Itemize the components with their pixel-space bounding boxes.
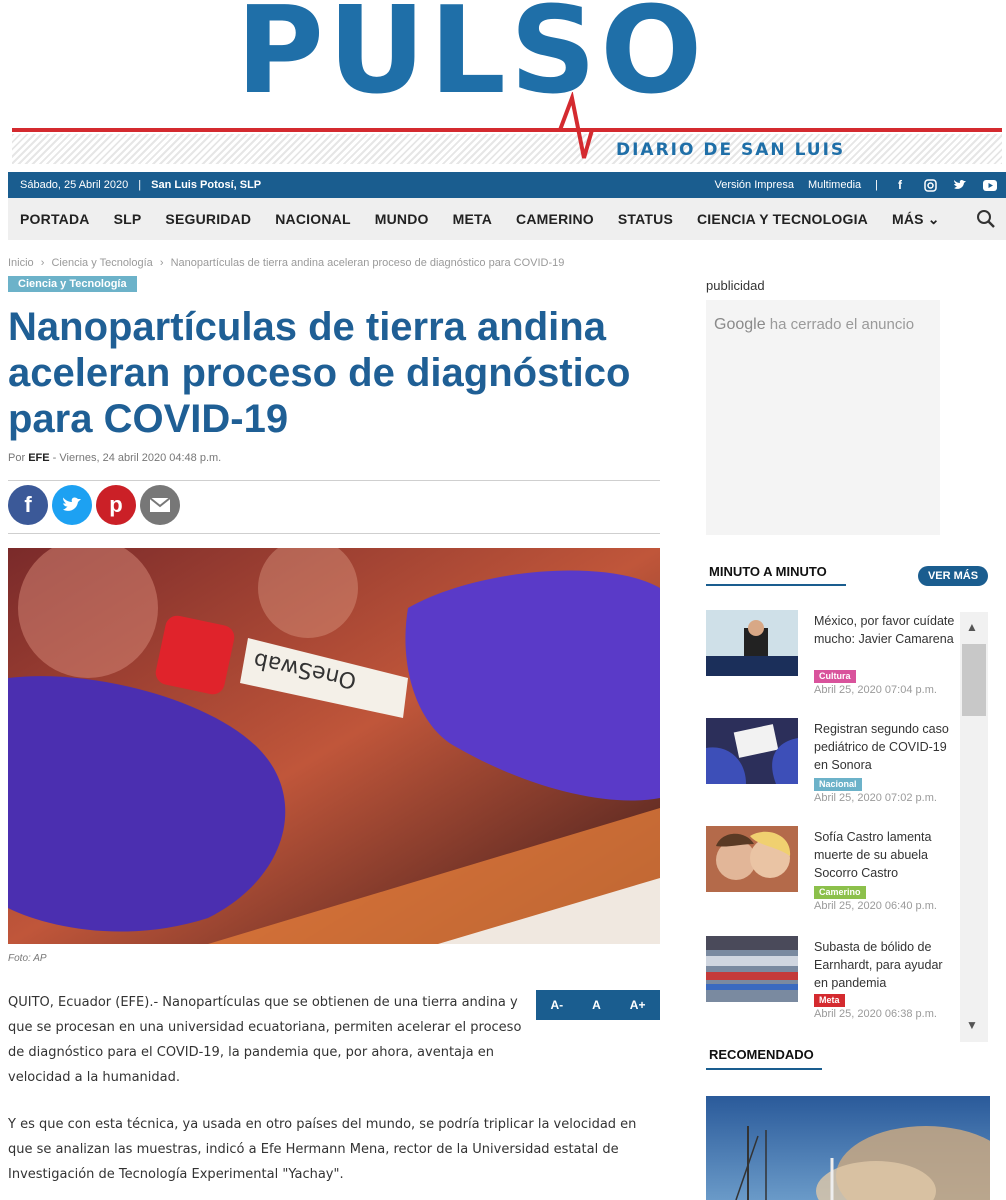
news-title[interactable]: Registran segundo caso pediátrico de COV…: [814, 720, 956, 774]
minuto-a-minuto-title: MINUTO A MINUTO: [709, 564, 827, 579]
news-tag[interactable]: Cultura: [814, 670, 856, 683]
instagram-icon[interactable]: [922, 177, 938, 193]
twitter-icon[interactable]: [52, 485, 92, 525]
breadcrumb-inicio[interactable]: Inicio: [8, 257, 34, 269]
breadcrumb-separator: ›: [40, 257, 45, 269]
scrollbar-thumb[interactable]: [962, 644, 986, 716]
ad-closed-message: Google ha cerrado el anuncio: [714, 316, 914, 334]
facebook-icon[interactable]: f: [892, 177, 908, 193]
ad-box: [706, 300, 940, 535]
news-thumbnail[interactable]: [706, 610, 798, 676]
site-logo[interactable]: PULSO: [236, 0, 706, 112]
news-tag[interactable]: Nacional: [814, 778, 862, 791]
topbar-separator-2: |: [875, 179, 878, 191]
category-badge[interactable]: Ciencia y Tecnología: [8, 276, 137, 292]
location-label: San Luis Potosí, SLP: [151, 179, 262, 191]
masthead: PULSO DIARIO DE SAN LUIS: [0, 0, 1006, 170]
email-icon[interactable]: [140, 485, 180, 525]
article-byline: Por EFE - Viernes, 24 abril 2020 04:48 p…: [8, 452, 221, 464]
news-date: Abril 25, 2020 07:04 p.m.: [814, 684, 937, 696]
news-title[interactable]: México, por favor cuídate mucho: Javier …: [814, 612, 956, 648]
news-date: Abril 25, 2020 07:02 p.m.: [814, 792, 937, 804]
breadcrumb-separator: ›: [159, 257, 164, 269]
news-title[interactable]: Subasta de bólido de Earnhardt, para ayu…: [814, 938, 956, 992]
scroll-down-icon[interactable]: ▼: [966, 1018, 978, 1032]
section-underline: [706, 1068, 822, 1070]
logo-stripes: [12, 134, 1002, 164]
recomendado-title: RECOMENDADO: [709, 1047, 814, 1062]
minuto-news-list: México, por favor cuídate mucho: Javier …: [706, 610, 956, 1040]
photo-credit: Foto: AP: [8, 953, 47, 964]
breadcrumb-category[interactable]: Ciencia y Tecnología: [51, 257, 152, 269]
news-tag[interactable]: Camerino: [814, 886, 866, 899]
byline-author[interactable]: EFE: [28, 452, 49, 464]
news-list-scrollbar[interactable]: ▲ ▼: [960, 612, 988, 1042]
scroll-up-icon[interactable]: ▲: [966, 620, 978, 634]
section-underline: [706, 584, 846, 586]
logo-red-line: [12, 128, 1002, 132]
version-impresa-link[interactable]: Versión Impresa: [714, 179, 793, 191]
nav-item-nacional[interactable]: NACIONAL: [263, 211, 362, 227]
google-logo: Google: [714, 316, 766, 333]
top-bar: Sábado, 25 Abril 2020 | San Luis Potosí,…: [8, 172, 1006, 198]
nav-item-camerino[interactable]: CAMERINO: [504, 211, 606, 227]
article-photo: OneSwab: [8, 548, 660, 944]
news-date: Abril 25, 2020 06:38 p.m.: [814, 1008, 937, 1020]
publicidad-label: publicidad: [706, 278, 765, 293]
share-buttons: f p: [8, 485, 180, 525]
main-nav: PORTADA SLP SEGURIDAD NACIONAL MUNDO MET…: [8, 198, 1006, 240]
nav-item-mundo[interactable]: MUNDO: [363, 211, 441, 227]
news-title[interactable]: Sofía Castro lamenta muerte de su abuela…: [814, 828, 956, 882]
divider: [8, 533, 660, 534]
nav-item-ciencia[interactable]: CIENCIA Y TECNOLOGIA: [685, 211, 880, 227]
news-thumbnail[interactable]: [706, 936, 798, 1002]
ad-message: ha cerrado el anuncio: [769, 316, 915, 333]
news-item[interactable]: Subasta de bólido de Earnhardt, para ayu…: [706, 936, 956, 1036]
pulse-line-icon: [540, 92, 610, 159]
divider: [8, 480, 660, 481]
current-date: Sábado, 25 Abril 2020: [20, 179, 129, 191]
nav-item-status[interactable]: STATUS: [606, 211, 685, 227]
byline-prefix: Por: [8, 452, 26, 464]
nav-item-meta[interactable]: META: [441, 211, 504, 227]
nav-item-portada[interactable]: PORTADA: [8, 211, 102, 227]
twitter-icon[interactable]: [952, 177, 968, 193]
nav-item-seguridad[interactable]: SEGURIDAD: [153, 211, 263, 227]
nav-item-slp[interactable]: SLP: [102, 211, 154, 227]
news-item[interactable]: Registran segundo caso pediátrico de COV…: [706, 718, 956, 818]
byline-date: - Viernes, 24 abril 2020 04:48 p.m.: [52, 452, 222, 464]
nav-item-mas[interactable]: MÁS ⌄: [880, 211, 952, 228]
topbar-right: Versión Impresa Multimedia | f: [714, 177, 1006, 193]
news-thumbnail[interactable]: [706, 826, 798, 892]
news-date: Abril 25, 2020 06:40 p.m.: [814, 900, 937, 912]
article-paragraph: QUITO, Ecuador (EFE).- Nanopartículas qu…: [8, 995, 522, 1085]
pinterest-icon[interactable]: p: [96, 485, 136, 525]
recomendado-image[interactable]: [706, 1096, 990, 1200]
news-thumbnail[interactable]: [706, 718, 798, 784]
topbar-separator: |: [138, 179, 142, 191]
search-icon[interactable]: [976, 209, 996, 229]
site-tagline: DIARIO DE SAN LUIS: [616, 140, 846, 160]
news-tag[interactable]: Meta: [814, 994, 845, 1007]
article-title: Nanopartículas de tierra andina aceleran…: [8, 305, 631, 441]
breadcrumb: Inicio › Ciencia y Tecnología › Nanopart…: [8, 257, 568, 269]
youtube-icon[interactable]: [982, 177, 998, 193]
breadcrumb-current: Nanopartículas de tierra andina aceleran…: [170, 257, 565, 269]
facebook-icon[interactable]: f: [8, 485, 48, 525]
ver-mas-button[interactable]: VER MÁS: [918, 566, 988, 586]
article-paragraph: Y es que con esta técnica, ya usada en o…: [8, 1117, 637, 1182]
news-item[interactable]: México, por favor cuídate mucho: Javier …: [706, 610, 956, 710]
news-item[interactable]: Sofía Castro lamenta muerte de su abuela…: [706, 826, 956, 926]
article-body: QUITO, Ecuador (EFE).- Nanopartículas qu…: [8, 990, 662, 1200]
multimedia-link[interactable]: Multimedia: [808, 179, 861, 191]
